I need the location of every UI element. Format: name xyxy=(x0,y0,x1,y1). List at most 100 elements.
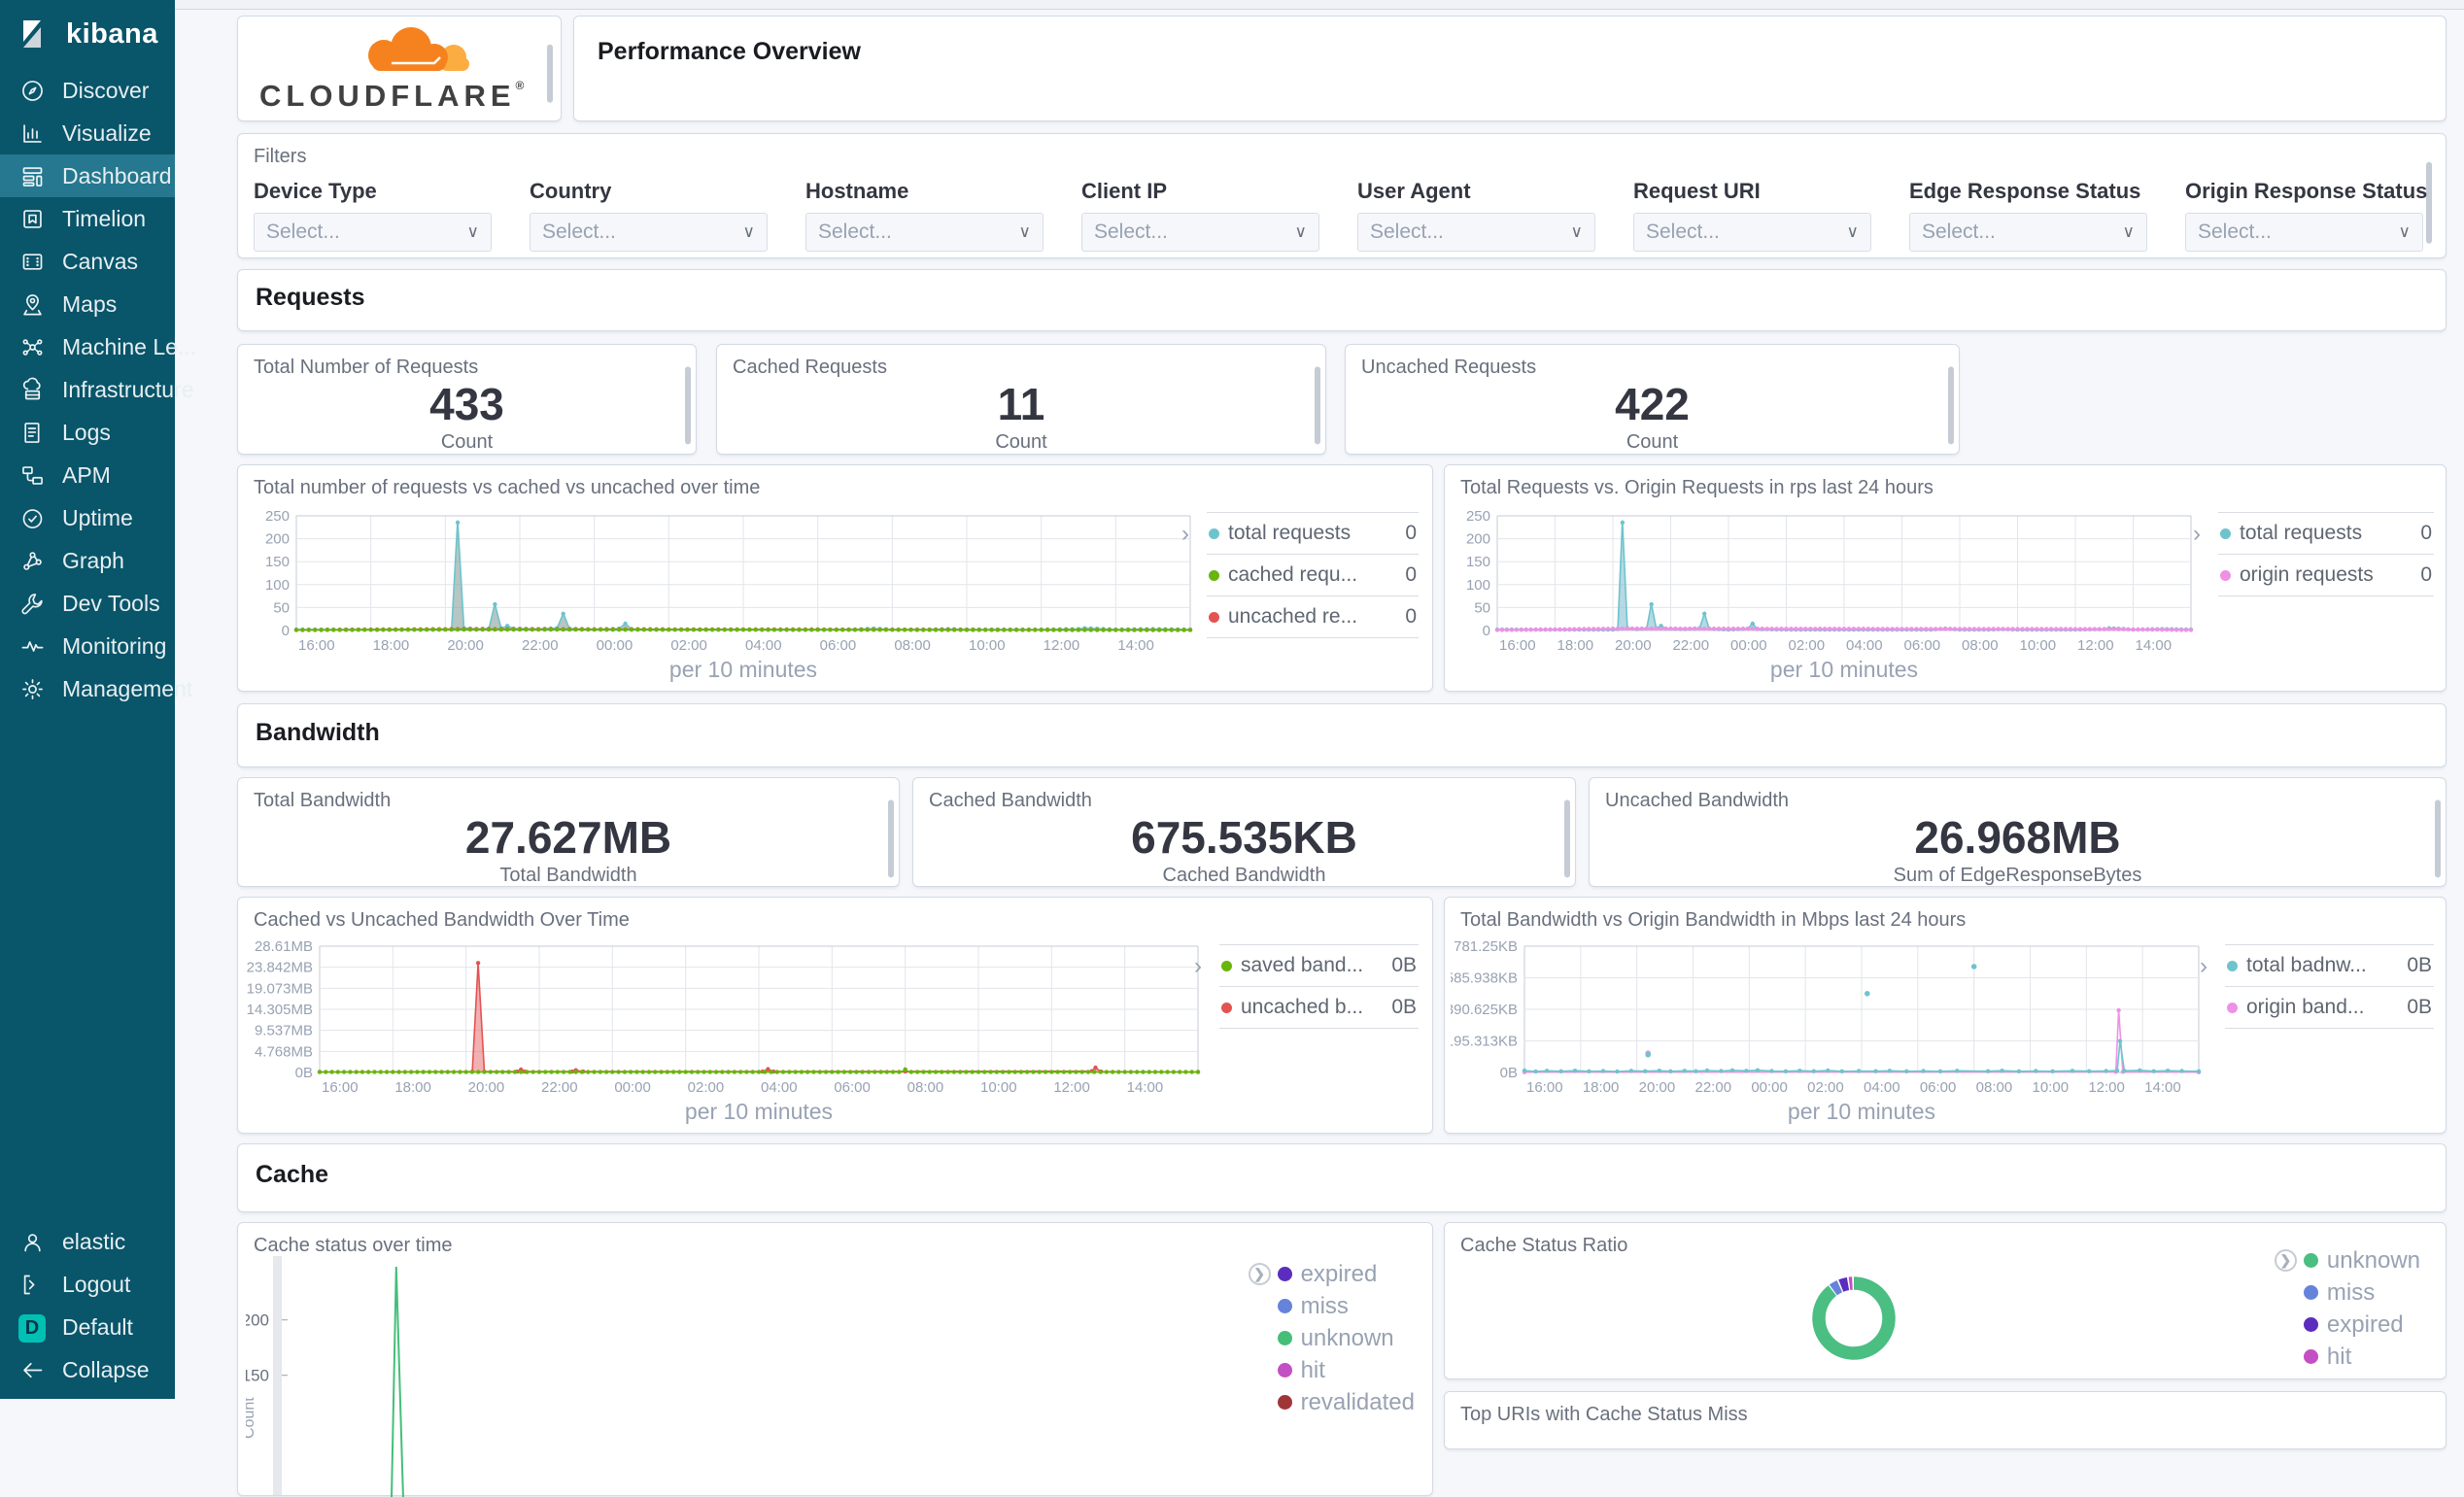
sidebar-item-elastic[interactable]: elastic xyxy=(0,1220,175,1263)
svg-text:10:00: 10:00 xyxy=(2020,637,2057,654)
panel-resize-handle[interactable] xyxy=(547,44,553,103)
page-title: Performance Overview xyxy=(598,38,861,65)
timelion-icon xyxy=(19,206,46,232)
metric-value: 433 xyxy=(429,379,504,429)
sidebar-item-graph[interactable]: Graph xyxy=(0,539,175,582)
panel-resize-handle[interactable] xyxy=(685,366,691,445)
filter-label: Edge Response Status xyxy=(1909,179,2141,203)
svg-text:14.305MB: 14.305MB xyxy=(247,1002,313,1018)
filter-select-country[interactable]: Select... ∨ xyxy=(530,213,768,252)
metric-sub-label: Cached Bandwidth xyxy=(1162,864,1326,886)
top-chrome-strip xyxy=(175,0,2464,10)
sidebar-item-machine-le[interactable]: Machine Le... xyxy=(0,325,196,368)
legend-expand-icon[interactable]: ❯ xyxy=(1248,1263,1271,1285)
legend-item-cached-requ[interactable]: cached requ... 0 xyxy=(1207,554,1419,595)
svg-text:20:00: 20:00 xyxy=(447,637,484,654)
filter-select-hostname[interactable]: Select... ∨ xyxy=(805,213,1044,252)
svg-text:per 10 minutes: per 10 minutes xyxy=(1788,1099,1935,1124)
filter-select-origin-response-status[interactable]: Select... ∨ xyxy=(2185,213,2423,252)
sidebar-item-canvas[interactable]: Canvas xyxy=(0,240,175,283)
filter-select-device-type[interactable]: Select... ∨ xyxy=(254,213,492,252)
legend-item-expired[interactable]: expired xyxy=(2275,1309,2420,1341)
svg-text:02:00: 02:00 xyxy=(1789,637,1826,654)
filter-label: User Agent xyxy=(1357,179,1471,203)
panel-resize-handle[interactable] xyxy=(2435,799,2441,877)
panel-resize-handle[interactable] xyxy=(2426,161,2432,244)
legend-item-revalidated[interactable]: revalidated xyxy=(1249,1386,1415,1418)
sidebar-item-logs[interactable]: Logs xyxy=(0,411,175,454)
legend-toggle-chevron-icon[interactable]: › xyxy=(1194,955,1202,978)
legend-item-uncached-re[interactable]: uncached re... 0 xyxy=(1207,595,1419,638)
sidebar-item-uptime[interactable]: Uptime xyxy=(0,496,175,539)
legend-item-origin-band[interactable]: origin band... 0B xyxy=(2225,986,2434,1029)
kibana-logo[interactable]: kibana xyxy=(0,0,175,69)
sidebar-item-label: APM xyxy=(62,461,111,488)
legend-item-total-badnw[interactable]: › total badnw... 0B xyxy=(2200,944,2434,986)
svg-text:00:00: 00:00 xyxy=(614,1079,651,1096)
svg-text:50: 50 xyxy=(1474,599,1490,616)
legend-expand-icon[interactable]: ❯ xyxy=(2274,1249,2297,1272)
filter-select-user-agent[interactable]: Select... ∨ xyxy=(1357,213,1595,252)
user-icon xyxy=(19,1229,46,1255)
sidebar-item-infrastructure[interactable]: Infrastructure xyxy=(0,368,194,411)
filter-group-origin-response-status: Origin Response Status Select... ∨ xyxy=(2185,179,2427,252)
legend-item-origin-requests[interactable]: origin requests 0 xyxy=(2218,554,2434,596)
metric-title: Total Number of Requests xyxy=(254,357,479,378)
panel-resize-handle[interactable] xyxy=(888,799,894,877)
sidebar-item-collapse[interactable]: Collapse xyxy=(0,1348,175,1391)
sidebar-item-label: Uptime xyxy=(62,504,133,530)
svg-text:390.625KB: 390.625KB xyxy=(1451,1002,1518,1018)
sidebar-item-apm[interactable]: APM xyxy=(0,454,175,496)
svg-text:28.61MB: 28.61MB xyxy=(255,938,313,955)
panel-resize-handle[interactable] xyxy=(1948,366,1954,445)
legend-label: unknown xyxy=(2326,1246,2420,1274)
legend-color-dot xyxy=(2303,1349,2318,1364)
metric-value: 11 xyxy=(997,379,1045,429)
sidebar-item-management[interactable]: Management xyxy=(0,667,192,710)
svg-text:08:00: 08:00 xyxy=(1976,1079,2013,1096)
metric-title: Uncached Bandwidth xyxy=(1605,790,1790,811)
svg-text:22:00: 22:00 xyxy=(1673,637,1710,654)
legend-toggle-chevron-icon[interactable]: › xyxy=(1181,523,1189,546)
legend-item-uncached-b[interactable]: uncached b... 0B xyxy=(1219,986,1419,1029)
legend-item-hit[interactable]: hit xyxy=(1249,1354,1415,1386)
legend-item-expired[interactable]: ❯ expired xyxy=(1248,1258,1415,1290)
sidebar-item-label: Collapse xyxy=(62,1356,150,1382)
svg-text:250: 250 xyxy=(1466,508,1490,525)
filter-select-edge-response-status[interactable]: Select... ∨ xyxy=(1909,213,2147,252)
legend-item-miss[interactable]: miss xyxy=(1249,1290,1415,1322)
svg-text:12:00: 12:00 xyxy=(1044,637,1080,654)
sidebar-item-default[interactable]: D Default xyxy=(0,1306,175,1348)
legend-item-miss[interactable]: miss xyxy=(2275,1276,2420,1309)
legend-item-total-requests[interactable]: › total requests 0 xyxy=(1181,512,1419,554)
cloudflare-cloud-icon xyxy=(368,27,469,71)
sidebar-item-maps[interactable]: Maps xyxy=(0,283,175,325)
panel-resize-handle[interactable] xyxy=(1564,799,1570,877)
legend-item-hit[interactable]: hit xyxy=(2275,1341,2420,1373)
sidebar-item-dev-tools[interactable]: Dev Tools xyxy=(0,582,175,625)
legend-toggle-chevron-icon[interactable]: › xyxy=(2200,955,2207,978)
dashboard-icon xyxy=(19,163,46,189)
sidebar-item-discover[interactable]: Discover xyxy=(0,69,175,112)
panel-resize-handle[interactable] xyxy=(1315,366,1320,445)
legend-value: 0B xyxy=(1391,954,1417,976)
sidebar-item-visualize[interactable]: Visualize xyxy=(0,112,175,154)
cache-status-legend: ❯ expired miss unknown hit revalidated xyxy=(1248,1258,1415,1418)
legend-item-total-requests[interactable]: › total requests 0 xyxy=(2193,512,2434,554)
sidebar-item-logout[interactable]: Logout xyxy=(0,1263,175,1306)
legend-value: 0B xyxy=(1391,996,1417,1018)
svg-text:14:00: 14:00 xyxy=(1117,637,1154,654)
legend-item-unknown[interactable]: ❯ unknown xyxy=(2274,1244,2420,1276)
apm-icon xyxy=(19,462,46,489)
filter-select-request-uri[interactable]: Select... ∨ xyxy=(1633,213,1871,252)
legend-item-unknown[interactable]: unknown xyxy=(1249,1322,1415,1354)
filter-select-client-ip[interactable]: Select... ∨ xyxy=(1081,213,1319,252)
sidebar-item-monitoring[interactable]: Monitoring xyxy=(0,625,175,667)
legend-toggle-chevron-icon[interactable]: › xyxy=(2193,523,2201,546)
cache-status-ratio-donut xyxy=(1812,1276,1896,1360)
legend-color-dot xyxy=(1277,1299,1292,1313)
svg-text:06:00: 06:00 xyxy=(1920,1079,1957,1096)
sidebar-item-timelion[interactable]: Timelion xyxy=(0,197,175,240)
legend-item-saved-band[interactable]: › saved band... 0B xyxy=(1194,944,1419,986)
sidebar-item-dashboard[interactable]: Dashboard xyxy=(0,154,175,197)
